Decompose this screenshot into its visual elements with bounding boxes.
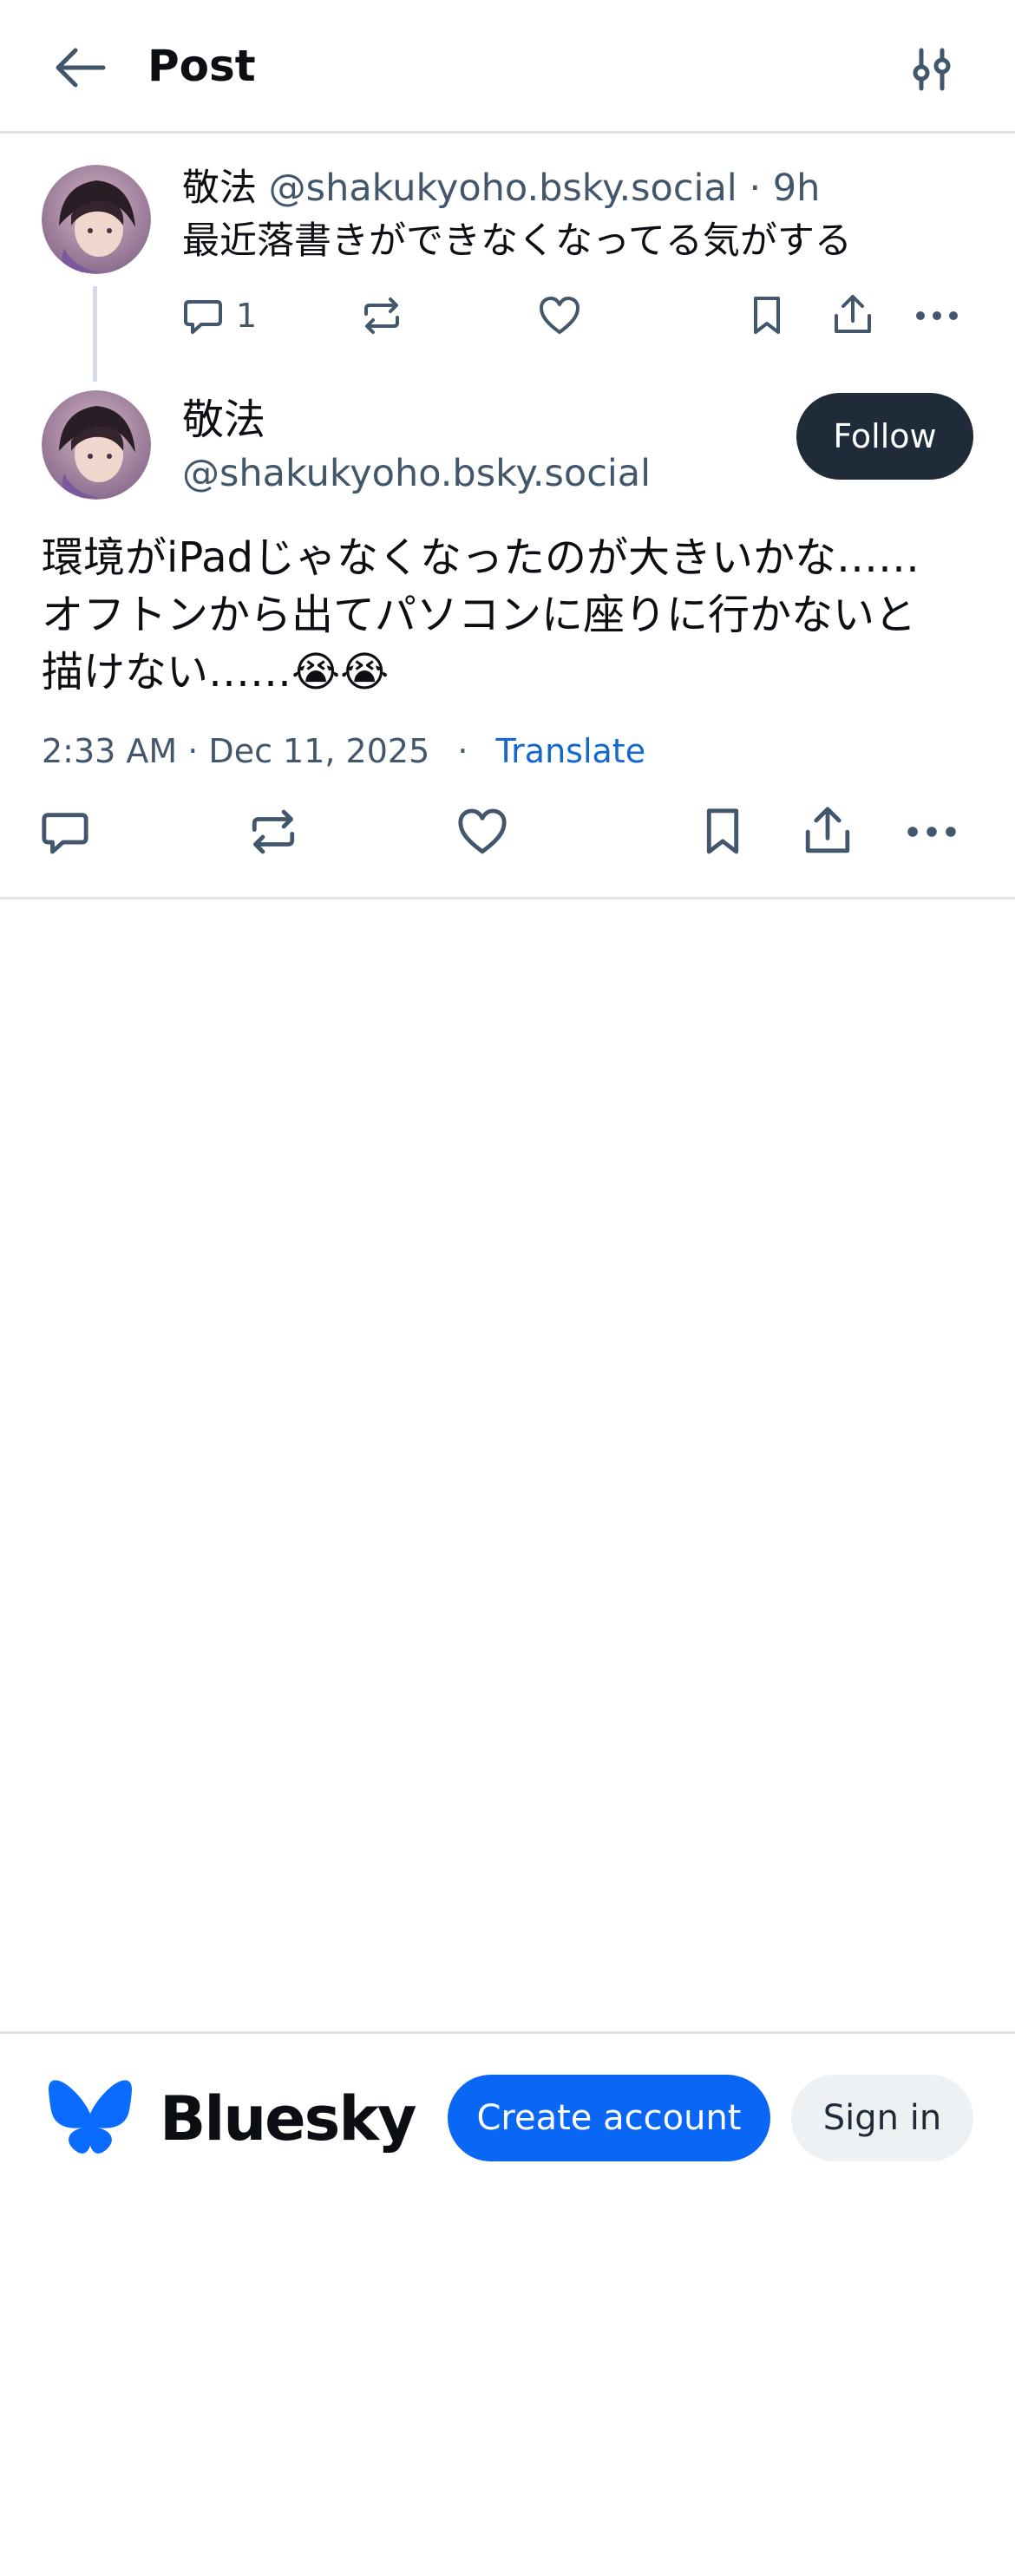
parent-share-button[interactable] [833, 293, 873, 337]
repost-icon [364, 297, 399, 334]
create-account-button[interactable]: Create account [448, 2075, 770, 2161]
heart-icon [540, 297, 580, 334]
repost-button[interactable] [248, 807, 298, 857]
heart-icon [458, 808, 507, 854]
top-header: Post [0, 0, 1015, 134]
parent-post-age: · 9h [749, 167, 821, 210]
bookmark-button[interactable] [701, 807, 744, 857]
parent-author-name[interactable]: 敬法 [182, 167, 257, 210]
follow-button[interactable]: Follow [796, 393, 973, 480]
post-timestamp-row: 2:33 AM · Dec 11, 2025 · Translate [42, 727, 645, 775]
reply-icon [184, 300, 222, 334]
main-avatar[interactable] [42, 390, 151, 500]
more-options-button[interactable] [906, 807, 958, 857]
sign-in-button[interactable]: Sign in [791, 2075, 973, 2161]
main-post-text-line: 描けない……😭😭 [42, 648, 390, 696]
signup-bottom-bar: Bluesky Create account Sign in [0, 2031, 1015, 2170]
post-timestamp: 2:33 AM · Dec 11, 2025 [42, 732, 430, 770]
arrow-left-icon [56, 48, 106, 88]
main-post-text-line: オフトンから出てパソコンに座りに行かないと [42, 591, 917, 639]
main-post-actions [0, 798, 1015, 867]
like-button[interactable] [456, 807, 508, 857]
sliders-icon [913, 48, 951, 91]
reply-icon [42, 813, 88, 854]
repost-icon [252, 809, 295, 854]
main-author-handle[interactable]: @shakukyoho.bsky.social [182, 448, 651, 500]
bookmark-icon [754, 297, 780, 334]
main-post-text: 環境がiPadじゃなくなったのが大きいかな…… オフトンから出てパソコンに座りに… [42, 529, 987, 701]
thread-settings-button[interactable] [902, 42, 961, 97]
parent-post-actions: 1 [0, 286, 1015, 343]
parent-reply-button[interactable]: 1 [182, 295, 257, 337]
share-button[interactable] [803, 805, 852, 857]
parent-post-text[interactable]: 最近落書きができなくなってる気がする [182, 215, 852, 267]
parent-like-button[interactable] [538, 295, 581, 337]
post-divider [0, 897, 1015, 899]
bluesky-butterfly-icon [47, 2077, 134, 2159]
more-horizontal-icon [916, 311, 958, 320]
separator-dot: · [457, 732, 468, 770]
translate-link[interactable]: Translate [496, 732, 646, 770]
share-icon [805, 807, 850, 853]
main-post-text-line: 環境がiPadじゃなくなったのが大きいかな…… [42, 533, 920, 582]
share-icon [835, 295, 871, 333]
post-page: Post 敬法 @shakukyoho.bsky.social · 9h 最近落… [0, 0, 1015, 2576]
more-horizontal-icon [907, 827, 956, 837]
back-button[interactable] [49, 40, 111, 95]
bookmark-icon [706, 808, 739, 854]
parent-repost-button[interactable] [361, 295, 403, 337]
page-title: Post [147, 41, 256, 91]
bluesky-wordmark: Bluesky [160, 2083, 417, 2154]
parent-post-meta: 敬法 @shakukyoho.bsky.social · 9h [182, 163, 820, 213]
parent-avatar[interactable] [42, 165, 151, 274]
parent-reply-count: 1 [236, 297, 258, 335]
main-author-name[interactable]: 敬法 [182, 392, 265, 448]
reply-button[interactable] [40, 807, 90, 857]
parent-author-handle[interactable]: @shakukyoho.bsky.social [269, 167, 737, 210]
parent-more-button[interactable] [914, 295, 959, 337]
parent-bookmark-button[interactable] [750, 295, 784, 337]
